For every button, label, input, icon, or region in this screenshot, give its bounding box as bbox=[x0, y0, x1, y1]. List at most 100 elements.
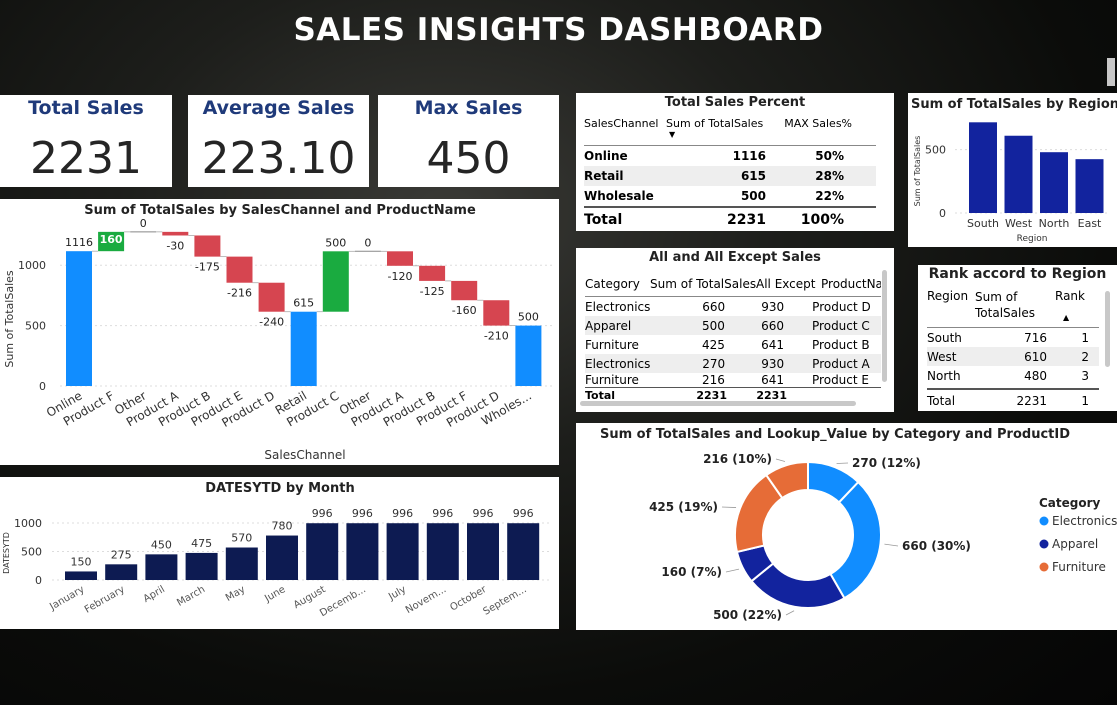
x-tick-label: February bbox=[83, 584, 127, 616]
month-bar bbox=[225, 547, 258, 580]
legend-item: Electronics bbox=[1052, 514, 1117, 528]
waterfall-bar bbox=[226, 256, 253, 283]
slice-label: 160 (7%) bbox=[661, 565, 722, 579]
cell: Total bbox=[927, 394, 956, 408]
data-label: -210 bbox=[484, 330, 509, 343]
cell: Apparel bbox=[585, 318, 632, 333]
donut-chart-panel[interactable]: Sum of TotalSales and Lookup_Value by Ca… bbox=[576, 423, 1117, 630]
month-bar bbox=[266, 535, 298, 580]
region-chart: Sum of TotalSales by Region Sum of Total… bbox=[911, 97, 1117, 244]
waterfall-chart-panel[interactable]: Sum of TotalSales by SalesChannel and Pr… bbox=[0, 199, 559, 465]
y-tick-label: 0 bbox=[39, 380, 46, 393]
data-label: 275 bbox=[111, 548, 132, 561]
data-label: -240 bbox=[259, 316, 284, 329]
cell: 660 bbox=[702, 299, 726, 314]
x-tick-label: January bbox=[47, 584, 86, 613]
cell: Furniture bbox=[585, 373, 639, 387]
table-row[interactable]: South 716 1 bbox=[927, 328, 1099, 347]
header-cell[interactable]: Sum of TotalSales ▼ bbox=[666, 117, 774, 145]
header-label: Rank bbox=[1055, 289, 1085, 303]
cell: 500 bbox=[740, 189, 766, 203]
all-except-sales-table: Category Sum of TotalSales All Except Pr… bbox=[585, 272, 881, 400]
header-cell[interactable]: All Except bbox=[756, 277, 821, 291]
header-cell[interactable]: Rank ▲ bbox=[1055, 289, 1095, 327]
x-tick-label: March bbox=[175, 584, 207, 609]
kpi-value: 2231 bbox=[30, 133, 142, 184]
x-tick-label: South bbox=[967, 217, 999, 230]
cell: 425 bbox=[702, 337, 725, 352]
kpi-total-sales-card[interactable]: Total Sales 2231 bbox=[0, 95, 172, 187]
cell: 2 bbox=[1081, 349, 1089, 364]
slice-label: 216 (10%) bbox=[703, 452, 772, 466]
cell: South bbox=[927, 330, 962, 345]
data-label: 0 bbox=[140, 217, 147, 230]
data-label: -125 bbox=[420, 285, 445, 298]
waterfall-chart: Sum of TotalSales by SalesChannel and Pr… bbox=[3, 203, 552, 462]
table-row[interactable]: Electronics 660 930 Product D bbox=[585, 297, 881, 316]
table-total-row: Total 2231 100% bbox=[584, 206, 876, 232]
x-tick-label: West bbox=[1005, 217, 1033, 230]
datesytd-chart-panel[interactable]: DATESYTD by Month DATESYTD 0 500 1000 150 Ja… bbox=[0, 477, 559, 629]
table-row[interactable]: Furniture 216 641 Product E bbox=[585, 373, 881, 387]
slice-label: 270 (12%) bbox=[852, 456, 921, 470]
x-axis-label: Region bbox=[1017, 234, 1048, 244]
y-axis-label: Sum of TotalSales bbox=[3, 270, 16, 368]
all-except-sales-panel[interactable]: All and All Except Sales Category Sum of… bbox=[576, 248, 894, 412]
horizontal-scrollbar[interactable] bbox=[580, 401, 856, 406]
table-row[interactable]: North 480 3 bbox=[927, 366, 1099, 385]
legend-title: Category bbox=[1039, 496, 1101, 510]
header-cell[interactable]: SalesChannel bbox=[584, 117, 666, 145]
table-row[interactable]: Furniture 425 641 Product B bbox=[585, 335, 881, 354]
data-label: 500 bbox=[518, 311, 539, 324]
header-cell[interactable]: Category bbox=[585, 277, 650, 291]
data-label: 615 bbox=[293, 297, 314, 310]
month-bar bbox=[145, 554, 178, 580]
page-scrollbar[interactable] bbox=[1107, 58, 1115, 86]
cell: 930 bbox=[761, 299, 785, 314]
kpi-label: Total Sales bbox=[28, 97, 144, 119]
kpi-average-sales-card[interactable]: Average Sales 223.10 bbox=[188, 95, 369, 187]
table-row[interactable]: Online 1116 50% bbox=[584, 146, 876, 166]
datesytd-chart: DATESYTD by Month DATESYTD 0 500 1000 150 Ja… bbox=[2, 481, 552, 619]
waterfall-bar bbox=[322, 251, 349, 312]
legend-marker bbox=[1039, 516, 1049, 526]
table-row[interactable]: West 610 2 bbox=[927, 347, 1099, 366]
waterfall-bar bbox=[290, 311, 317, 386]
legend-item: Furniture bbox=[1052, 560, 1106, 574]
table-row[interactable]: Electronics 270 930 Product A bbox=[585, 354, 881, 373]
table-row[interactable]: Wholesale 500 22% bbox=[584, 186, 876, 206]
month-bar bbox=[105, 564, 138, 580]
header-cell[interactable]: Sum of TotalSales bbox=[975, 289, 1055, 327]
total-sales-percent-panel[interactable]: Total Sales Percent SalesChannel Sum of … bbox=[576, 93, 894, 231]
vertical-scrollbar[interactable] bbox=[1105, 291, 1110, 367]
cell: 660 bbox=[761, 318, 785, 333]
table-row[interactable]: Retail 615 28% bbox=[584, 166, 876, 186]
waterfall-bar bbox=[451, 280, 478, 301]
kpi-max-sales-card[interactable]: Max Sales 450 bbox=[378, 95, 559, 187]
header-cell[interactable]: ProductNa bbox=[821, 277, 881, 291]
data-label: 150 bbox=[71, 555, 92, 568]
y-tick-label: 500 bbox=[25, 320, 46, 333]
page-title: SALES INSIGHTS DASHBOARD bbox=[293, 12, 824, 48]
header-cell[interactable]: MAX Sales% bbox=[774, 117, 852, 145]
table-header: Category Sum of TotalSales All Except Pr… bbox=[585, 272, 881, 297]
data-label: 996 bbox=[473, 507, 494, 520]
x-tick-label: North bbox=[1039, 217, 1070, 230]
cell: 1116 bbox=[732, 149, 766, 163]
x-tick-label: Novem... bbox=[404, 584, 448, 616]
vertical-scrollbar[interactable] bbox=[882, 270, 887, 382]
cell: Total bbox=[585, 388, 616, 401]
rank-region-panel[interactable]: Rank accord to Region Region Sum of Tota… bbox=[918, 265, 1117, 411]
header-cell[interactable]: Sum of TotalSales bbox=[650, 277, 756, 291]
cell: North bbox=[927, 368, 961, 383]
region-chart-panel[interactable]: Sum of TotalSales by Region Sum of Total… bbox=[908, 93, 1117, 247]
y-tick-label: 1000 bbox=[18, 259, 46, 272]
legend-marker bbox=[1039, 539, 1049, 549]
cell: Electronics bbox=[585, 356, 651, 371]
table-row[interactable]: Apparel 500 660 Product C bbox=[585, 316, 881, 335]
y-tick-label: 0 bbox=[35, 574, 42, 587]
waterfall-bar bbox=[162, 231, 189, 236]
cell: 1 bbox=[1081, 394, 1089, 408]
cell: 22% bbox=[815, 189, 844, 203]
header-cell[interactable]: Region bbox=[927, 289, 975, 327]
